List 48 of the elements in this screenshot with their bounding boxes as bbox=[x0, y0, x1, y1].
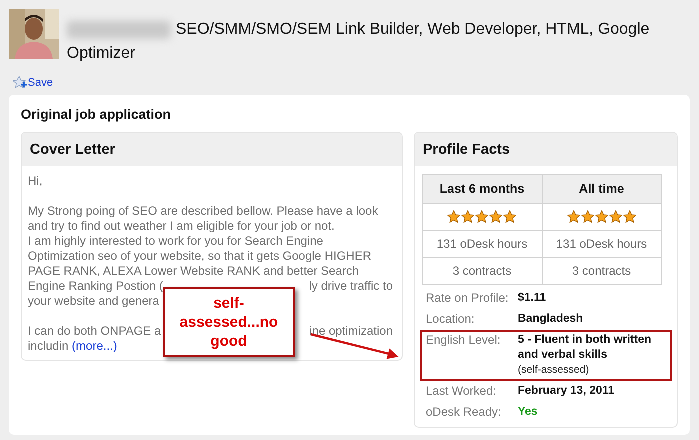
letter-text: ly drive traffic to bbox=[309, 279, 393, 294]
panel-title: Profile Facts bbox=[415, 133, 677, 166]
more-link[interactable]: (more...) bbox=[72, 339, 118, 353]
letter-text: Hi, bbox=[28, 174, 43, 189]
fact-value: Yes bbox=[518, 405, 539, 420]
letter-text: and try to find out weather I am eligible for your job or not. bbox=[28, 219, 335, 234]
fact-label: Rate on Profile: bbox=[426, 291, 510, 306]
star-icon bbox=[594, 210, 609, 224]
fact-label: Last Worked: bbox=[426, 384, 498, 399]
star-icon bbox=[475, 210, 490, 224]
table-cell: 3 contracts bbox=[422, 258, 542, 284]
star-icon bbox=[622, 210, 637, 224]
letter-text: your website and genera bbox=[28, 294, 160, 309]
fact-label: English Level: bbox=[426, 333, 502, 349]
card-title: Original job application bbox=[21, 107, 172, 122]
letter-text: I am highly interested to work for you for Search Engine bbox=[28, 234, 324, 249]
letter-text: PAGE RANK, ALEXA Lower Website RANK and better Search bbox=[28, 264, 360, 279]
profile-title: Optimizer bbox=[67, 44, 136, 64]
fact-label: Location: bbox=[426, 312, 476, 327]
fact-value: Bangladesh bbox=[518, 312, 584, 327]
star-plus-icon bbox=[13, 76, 27, 89]
letter-text: ine optimization bbox=[310, 324, 393, 339]
letter-text: My Strong poing of SEO are described bellow. Please have a look bbox=[28, 204, 378, 219]
star-icon bbox=[461, 210, 476, 224]
fact-value: February 13, 2011 bbox=[518, 384, 616, 399]
letter-text: Engine Ranking Postion ( bbox=[28, 279, 164, 294]
letter-text: Optimization seo of your website, so that it gets Google HIGHER bbox=[28, 249, 372, 264]
table-cell: 131 oDesk hours bbox=[542, 230, 662, 258]
star-icon bbox=[566, 210, 581, 224]
panel-title: Cover Letter bbox=[22, 133, 402, 166]
profile-title: SEO/SMM/SMO/SEM Link Builder, Web Developer, HTML, Google bbox=[176, 20, 650, 40]
fact-label: oDesk Ready: bbox=[426, 405, 502, 420]
fact-value: 5 - Fluent in both written and verbal skills bbox=[518, 333, 653, 363]
table-cell: 3 contracts bbox=[542, 258, 662, 284]
column-header: Last 6 months bbox=[422, 174, 542, 204]
star-icon bbox=[608, 210, 623, 224]
table-cell: 131 oDesk hours bbox=[422, 230, 542, 258]
save-link[interactable]: Save bbox=[13, 76, 54, 89]
callout: self-assessed...no good bbox=[163, 287, 295, 357]
letter-text: includin (more...) bbox=[28, 339, 118, 354]
star-icon bbox=[503, 210, 518, 224]
letter-text: I can do both ONPAGE a bbox=[28, 324, 162, 339]
fact-note: (self-assessed) bbox=[518, 363, 590, 378]
column-header: All time bbox=[542, 174, 662, 204]
star-icon bbox=[489, 210, 504, 224]
star-icon bbox=[447, 210, 462, 224]
star-icon bbox=[580, 210, 595, 224]
fact-value: $1.11 bbox=[518, 291, 548, 306]
